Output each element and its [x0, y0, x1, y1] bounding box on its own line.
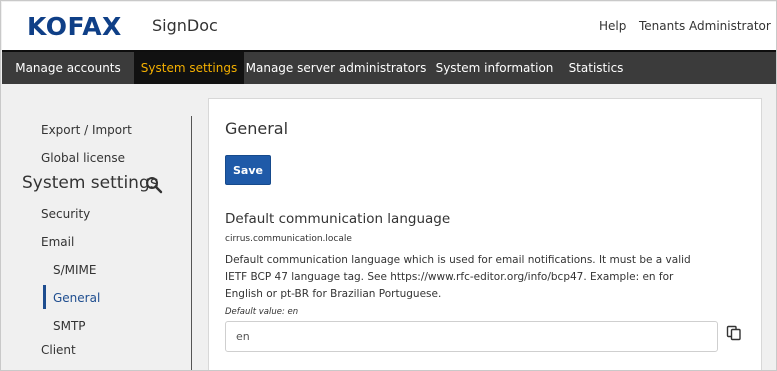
copy-icon[interactable]: [726, 325, 742, 341]
active-item-indicator: [43, 285, 46, 309]
sidebar-item-smtp[interactable]: SMTP: [53, 319, 86, 333]
nav-system-settings[interactable]: System settings: [134, 52, 244, 84]
user-menu[interactable]: Tenants Administrator: [639, 19, 776, 33]
nav-manage-accounts[interactable]: Manage accounts: [2, 52, 134, 84]
setting-description: Default communication language which is …: [225, 254, 691, 300]
help-link[interactable]: Help: [599, 19, 626, 33]
settings-sidebar: Export / Import Global license System se…: [2, 84, 207, 370]
main-nav: Manage accounts System settings Manage s…: [2, 50, 776, 84]
nav-statistics[interactable]: Statistics: [561, 52, 631, 84]
setting-title: Default communication language: [225, 211, 451, 227]
top-header: KOFAX SignDoc Help Tenants Administrator: [2, 2, 776, 50]
sidebar-heading: System settings: [22, 173, 159, 193]
kofax-logo: KOFAX: [27, 12, 122, 41]
user-menu-label: Tenants Administrator: [639, 19, 771, 33]
setting-key: cirrus.communication.locale: [225, 234, 352, 244]
sidebar-item-email[interactable]: Email: [41, 235, 74, 249]
sidebar-item-global-license[interactable]: Global license: [41, 151, 125, 165]
sidebar-item-security[interactable]: Security: [41, 207, 90, 221]
save-button[interactable]: Save: [225, 155, 271, 185]
settings-panel: General Save Default communication langu…: [208, 98, 762, 370]
nav-system-information[interactable]: System information: [428, 52, 561, 84]
communication-language-input[interactable]: [225, 321, 718, 352]
sidebar-item-smime[interactable]: S/MIME: [53, 263, 97, 277]
sidebar-item-client[interactable]: Client: [41, 343, 76, 357]
sidebar-divider: [191, 116, 192, 370]
product-name: SignDoc: [152, 16, 218, 35]
sidebar-item-general[interactable]: General: [53, 291, 100, 305]
app-window: KOFAX SignDoc Help Tenants Administrator…: [0, 0, 777, 371]
page-title: General: [225, 119, 289, 138]
nav-manage-server-administrators[interactable]: Manage server administrators: [244, 52, 428, 84]
default-value-hint: Default value: en: [225, 307, 299, 317]
search-icon[interactable]: [145, 176, 163, 194]
sidebar-item-export-import[interactable]: Export / Import: [41, 123, 132, 137]
